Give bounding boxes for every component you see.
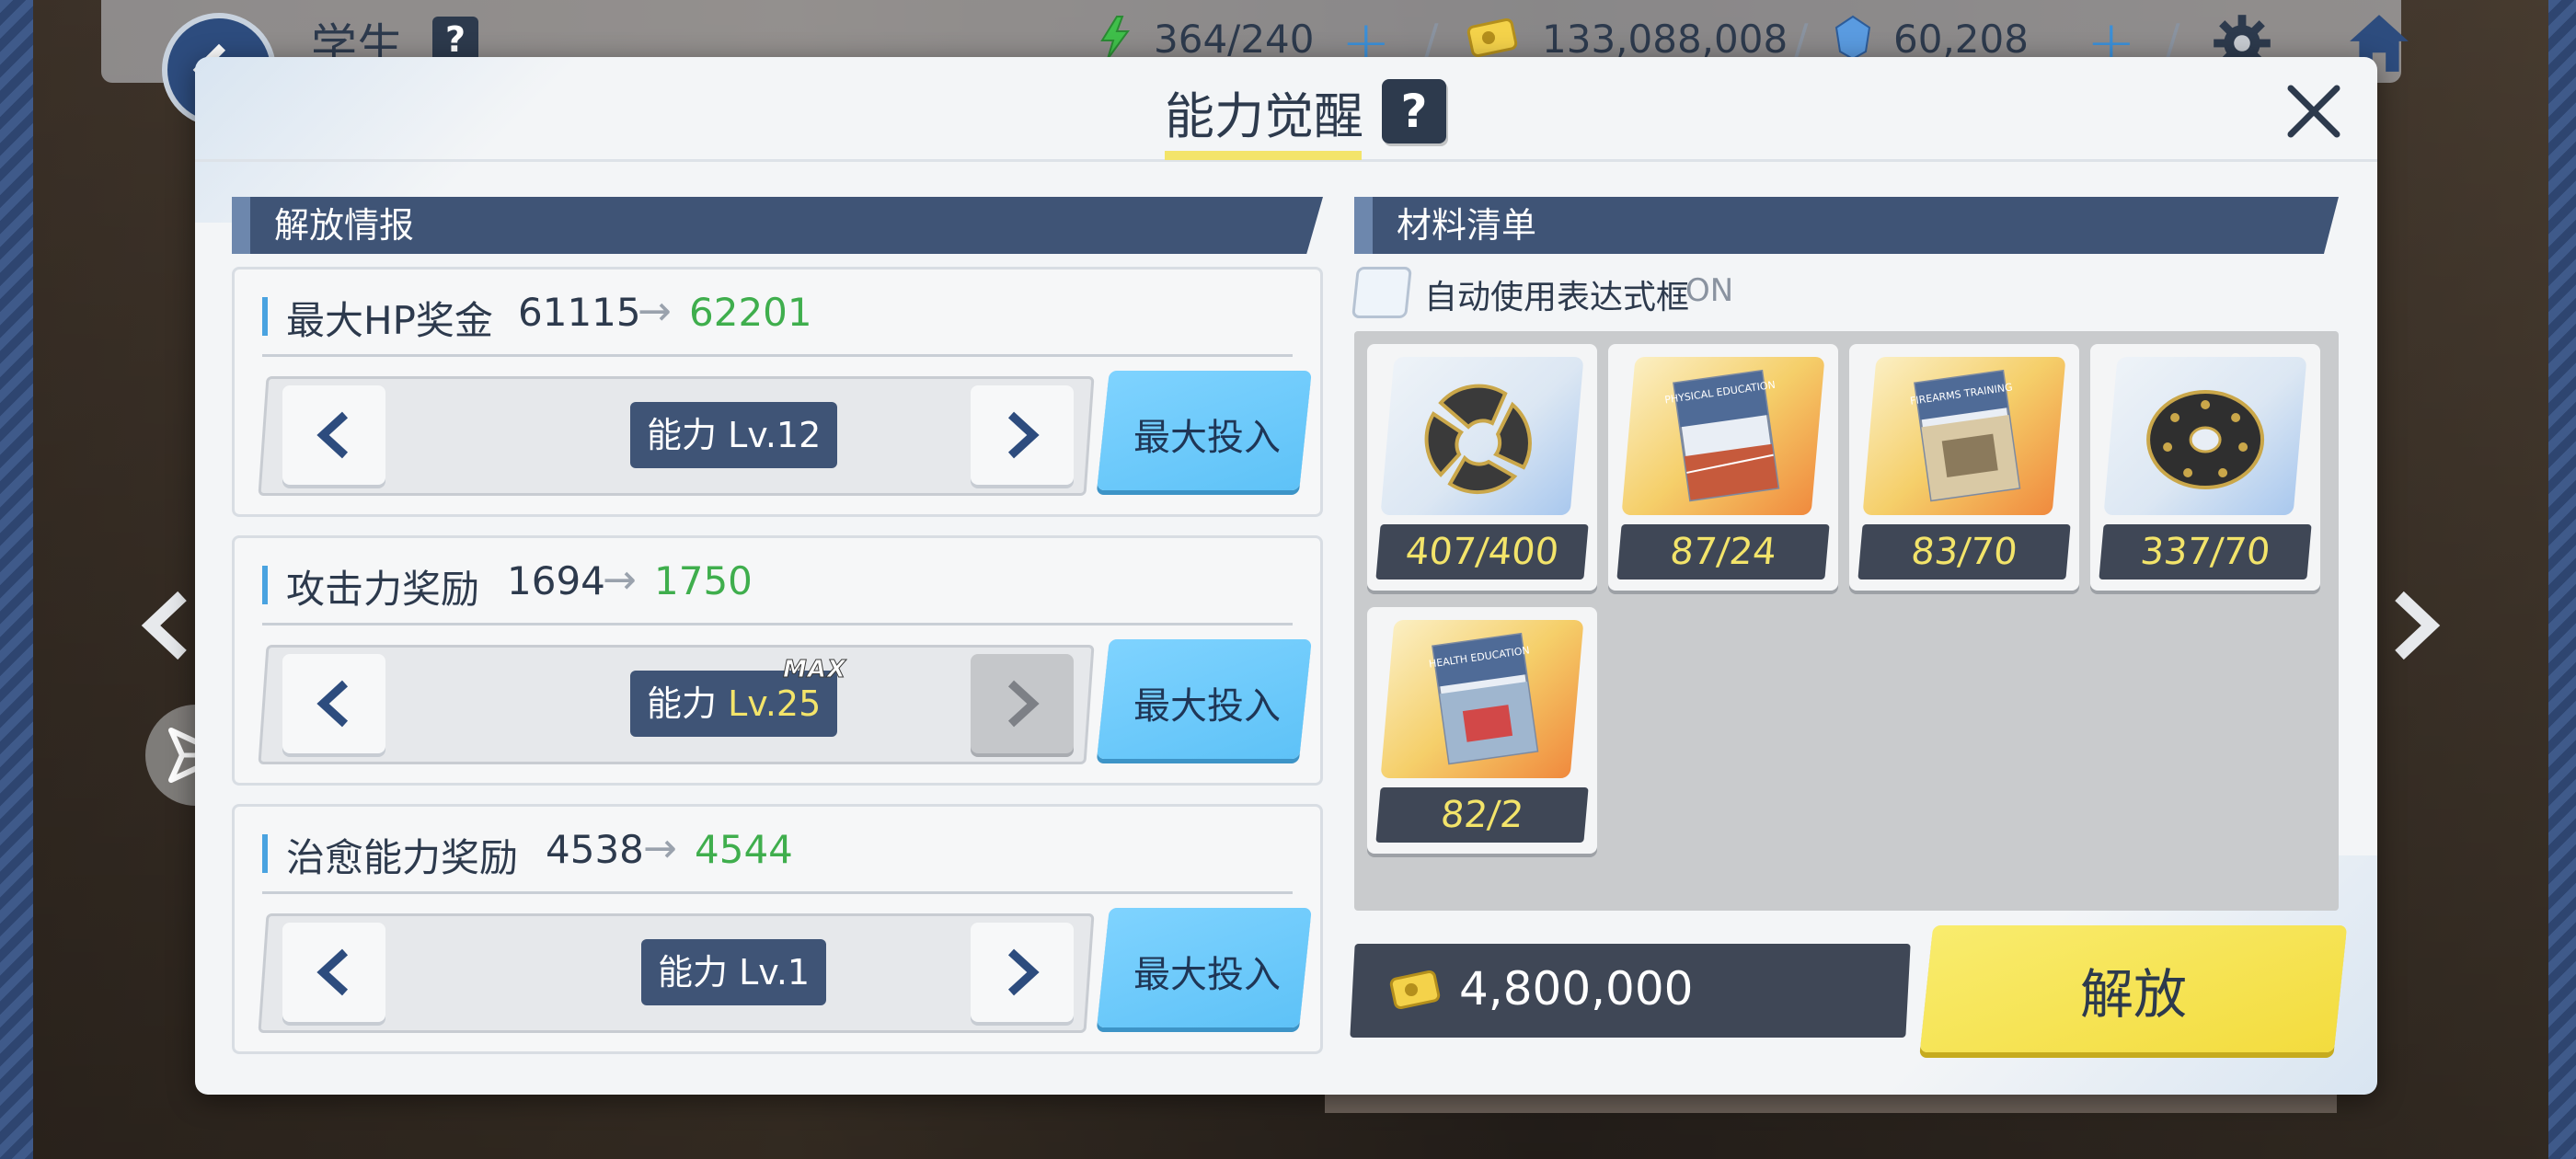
auto-use-state: ON: [1685, 272, 1734, 309]
chevron-left-icon: [316, 411, 349, 459]
gems-count: 60,208: [1893, 17, 2029, 62]
decrease-level-button[interactable]: [282, 385, 385, 485]
stat-new-value: 62201: [689, 290, 812, 335]
gem-icon: [1834, 15, 1871, 61]
material-count: 407/400: [1375, 524, 1589, 580]
cost-value: 4,800,000: [1459, 962, 1694, 1016]
dialog-title: 能力觉醒: [1165, 87, 1363, 145]
auto-use-checkbox[interactable]: [1351, 267, 1412, 318]
credit-icon: [1389, 970, 1441, 1010]
material-count: 337/70: [2099, 524, 2312, 580]
materials-panel: 407/400 PHYSICAL EDUCATION 87/24 FIREARM…: [1354, 331, 2339, 911]
health-education-book-icon: HEALTH EDUCATION: [1428, 632, 1539, 765]
level-badge: 能力 Lv.12: [630, 402, 838, 468]
ap-lightning-icon: [1100, 16, 1130, 60]
chevron-left-icon: [316, 680, 349, 728]
level-prefix: 能力: [647, 683, 718, 724]
chevron-right-icon: [1007, 948, 1040, 996]
material-image: PHYSICAL EDUCATION: [1621, 357, 1825, 515]
material-count: 82/2: [1375, 787, 1589, 843]
next-student-arrow-icon[interactable]: [2383, 589, 2447, 662]
stat-card-attack: 攻击力奖励 1694 → 1750 能力 Lv.25 MAX 最大投入: [232, 535, 1323, 786]
arrow-right-icon: →: [638, 288, 672, 335]
increase-level-button-disabled[interactable]: [971, 654, 1074, 753]
divider: [262, 623, 1293, 625]
label-accent: [262, 297, 268, 336]
decrease-level-button[interactable]: [282, 654, 385, 753]
level-badge: 能力 Lv.1: [641, 939, 827, 1005]
decrease-level-button[interactable]: [282, 923, 385, 1022]
section-title: 解放情报: [274, 205, 415, 246]
material-image: [1380, 357, 1584, 515]
stat-old-value: 61115: [518, 290, 641, 335]
stat-card-max-hp: 最大HP奖金 61115 → 62201 能力 Lv.12 最大投入: [232, 267, 1323, 517]
section-title: 材料清单: [1397, 205, 1537, 246]
level-prefix: 能力: [658, 952, 729, 993]
ability-awakening-dialog: 能力觉醒 ? 解放情报 最大HP奖金 61115 → 62201 能力 Lv.1…: [195, 57, 2377, 1095]
disc-icon: [2146, 390, 2265, 489]
stat-old-value: 4538: [546, 827, 644, 872]
background-right-stripe: [2548, 0, 2576, 1159]
stat-label: 攻击力奖励: [286, 567, 480, 612]
stat-old-value: 1694: [507, 558, 605, 603]
material-count: 87/24: [1616, 524, 1830, 580]
material-count: 83/70: [1857, 524, 2071, 580]
level-value: Lv.1: [739, 952, 811, 993]
material-image: [2103, 357, 2307, 515]
close-icon[interactable]: [2282, 79, 2346, 143]
material-item[interactable]: 337/70: [2090, 344, 2320, 591]
stat-card-healing: 治愈能力奖励 4538 → 4544 能力 Lv.1 最大投入: [232, 804, 1323, 1054]
firearms-training-book-icon: FIREARMS TRAINING: [1909, 369, 2021, 502]
auto-use-label: 自动使用表达式框: [1424, 279, 1690, 316]
label-accent: [262, 566, 268, 604]
chevron-right-icon: [1007, 411, 1040, 459]
materials-header: 材料清单: [1354, 197, 2339, 254]
material-image: FIREARMS TRAINING: [1862, 357, 2066, 515]
unlock-info-header: 解放情报: [232, 197, 1323, 254]
background-left-stripe: [0, 0, 33, 1159]
ap-count: 364/240: [1154, 17, 1315, 62]
title-underline: [1165, 151, 1362, 160]
max-input-label: 最大投入: [1133, 954, 1281, 996]
max-input-label: 最大投入: [1133, 417, 1281, 459]
stat-new-value: 4544: [695, 827, 793, 872]
previous-student-arrow-icon[interactable]: [134, 589, 199, 662]
divider: [262, 354, 1293, 357]
label-accent: [262, 834, 268, 873]
material-image: HEALTH EDUCATION: [1380, 620, 1584, 778]
broken-disc-icon: [1424, 384, 1532, 494]
max-input-label: 最大投入: [1133, 685, 1281, 728]
max-level-tag: MAX: [782, 656, 847, 684]
dialog-help-button[interactable]: ?: [1382, 79, 1446, 143]
material-item[interactable]: 407/400: [1367, 344, 1597, 591]
credits-count: 133,088,008: [1542, 17, 1788, 62]
stat-label: 治愈能力奖励: [286, 835, 519, 880]
level-value: Lv.12: [728, 415, 822, 455]
material-item[interactable]: HEALTH EDUCATION 82/2: [1367, 607, 1597, 854]
chevron-left-icon: [316, 948, 349, 996]
arrow-right-icon: →: [603, 557, 637, 603]
material-item[interactable]: PHYSICAL EDUCATION 87/24: [1608, 344, 1838, 591]
credit-icon: [1466, 17, 1518, 58]
chevron-right-icon: [1007, 680, 1040, 728]
level-prefix: 能力: [647, 415, 718, 455]
increase-level-button[interactable]: [971, 385, 1074, 485]
stat-label: 最大HP奖金: [286, 298, 493, 343]
divider: [262, 891, 1293, 894]
arrow-right-icon: →: [643, 825, 677, 872]
help-button[interactable]: ?: [432, 17, 478, 63]
unlock-button-label: 解放: [2079, 963, 2187, 1026]
material-item[interactable]: FIREARMS TRAINING 83/70: [1849, 344, 2079, 591]
physical-education-book-icon: PHYSICAL EDUCATION: [1664, 369, 1780, 502]
level-value: Lv.25: [728, 683, 822, 724]
stat-new-value: 1750: [654, 558, 753, 603]
increase-level-button[interactable]: [971, 923, 1074, 1022]
